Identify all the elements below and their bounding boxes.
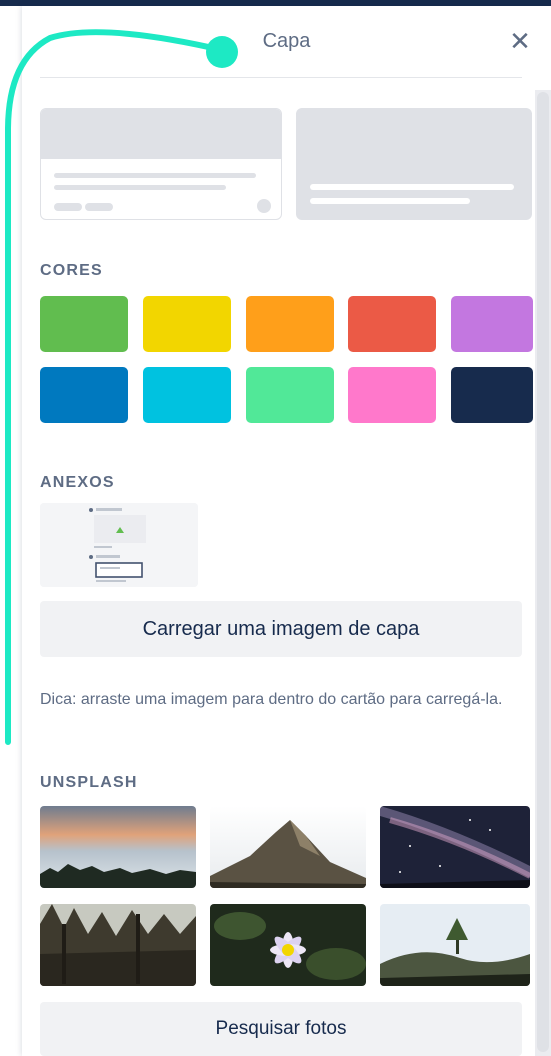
color-swatch[interactable] <box>40 367 128 423</box>
card-line-placeholder <box>310 184 514 190</box>
unsplash-photo-milky-way[interactable] <box>380 806 530 888</box>
colors-heading: CORES <box>40 262 103 279</box>
unsplash-heading: UNSPLASH <box>40 774 138 791</box>
unsplash-photo-water-lily[interactable] <box>210 904 366 986</box>
left-column <box>0 6 22 1056</box>
cover-preview-block <box>41 109 281 159</box>
size-option-top-cover[interactable] <box>40 108 282 220</box>
color-swatch[interactable] <box>348 367 436 423</box>
cover-popover: Capa ✕ CORES ANEXOS Carregar uma imagem … <box>22 6 551 1056</box>
size-option-full-cover[interactable] <box>296 108 532 220</box>
unsplash-photo-forest[interactable] <box>40 904 196 986</box>
card-badge-placeholder <box>85 203 113 211</box>
unsplash-photo-misty-tree[interactable] <box>380 904 530 986</box>
attachments-heading: ANEXOS <box>40 474 115 491</box>
color-swatch[interactable] <box>143 296 231 352</box>
card-line-placeholder <box>54 173 256 178</box>
card-badge-placeholder <box>54 203 82 211</box>
color-swatch[interactable] <box>451 296 533 352</box>
color-swatch[interactable] <box>348 296 436 352</box>
color-swatch[interactable] <box>40 296 128 352</box>
popover-header: Capa ✕ <box>22 6 551 78</box>
attachment-thumbnail[interactable] <box>40 503 198 587</box>
search-photos-button[interactable]: Pesquisar fotos <box>40 1002 522 1056</box>
scrollbar-thumb[interactable] <box>537 92 549 1052</box>
avatar-placeholder <box>257 199 271 213</box>
upload-cover-button[interactable]: Carregar uma imagem de capa <box>40 601 522 657</box>
unsplash-photo-sunrise-clouds[interactable] <box>40 806 196 888</box>
close-icon[interactable]: ✕ <box>507 28 533 54</box>
color-swatch[interactable] <box>143 367 231 423</box>
color-swatch[interactable] <box>451 367 533 423</box>
popover-title: Capa <box>262 30 311 52</box>
unsplash-photo-mountain[interactable] <box>210 806 366 888</box>
upload-hint: Dica: arraste uma imagem para dentro do … <box>40 691 503 708</box>
color-swatch[interactable] <box>246 296 334 352</box>
card-line-placeholder <box>310 198 470 204</box>
card-line-placeholder <box>54 185 226 190</box>
color-swatch[interactable] <box>246 367 334 423</box>
header-divider <box>40 77 522 78</box>
